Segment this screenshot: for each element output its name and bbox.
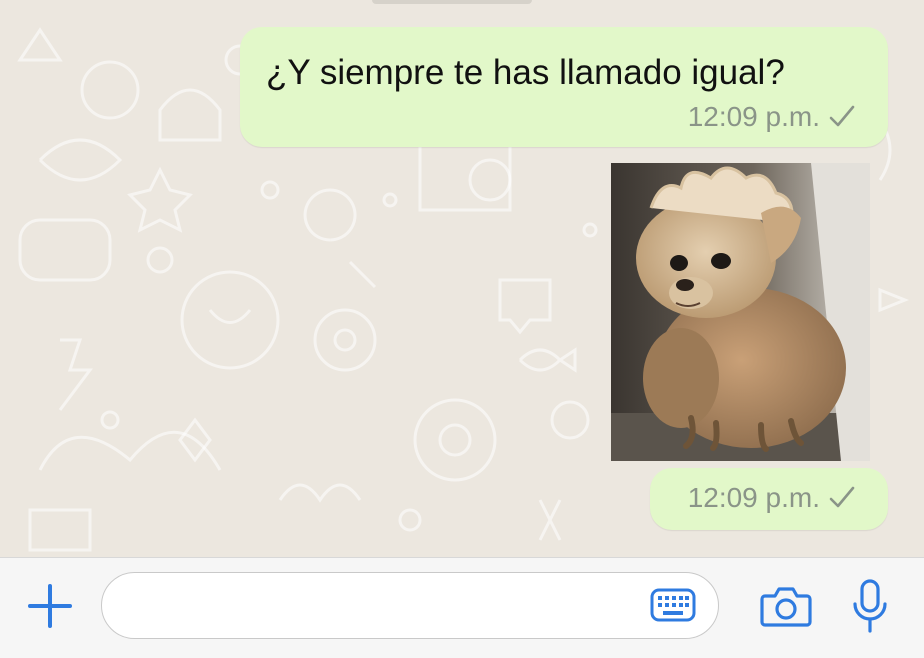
dog-sticker[interactable] (611, 163, 870, 461)
camera-icon[interactable] (760, 584, 812, 628)
outgoing-message-bubble[interactable]: ¿Y siempre te has llamado igual? 12:09 p… (240, 27, 888, 147)
message-input[interactable] (124, 587, 648, 625)
message-meta: 12:09 p.m. (688, 101, 856, 133)
message-time: 12:09 p.m. (687, 101, 820, 132)
keyboard-icon[interactable] (650, 588, 696, 622)
message-meta: 12:09 p.m. (688, 482, 856, 514)
microphone-icon[interactable] (850, 578, 890, 634)
checkmark-icon (829, 486, 855, 508)
checkmark-icon (829, 105, 855, 127)
previous-message-edge (372, 0, 532, 4)
message-time: 12:09 p.m. (687, 482, 820, 513)
plus-icon[interactable] (26, 582, 74, 630)
outgoing-sticker-meta-bubble: 12:09 p.m. (650, 468, 888, 530)
chat-area[interactable]: ¿Y siempre te has llamado igual? 12:09 p… (0, 0, 924, 557)
message-text: ¿Y siempre te has llamado igual? (266, 53, 785, 92)
dog-sticker-image (611, 163, 870, 461)
message-text-field[interactable] (101, 572, 719, 639)
